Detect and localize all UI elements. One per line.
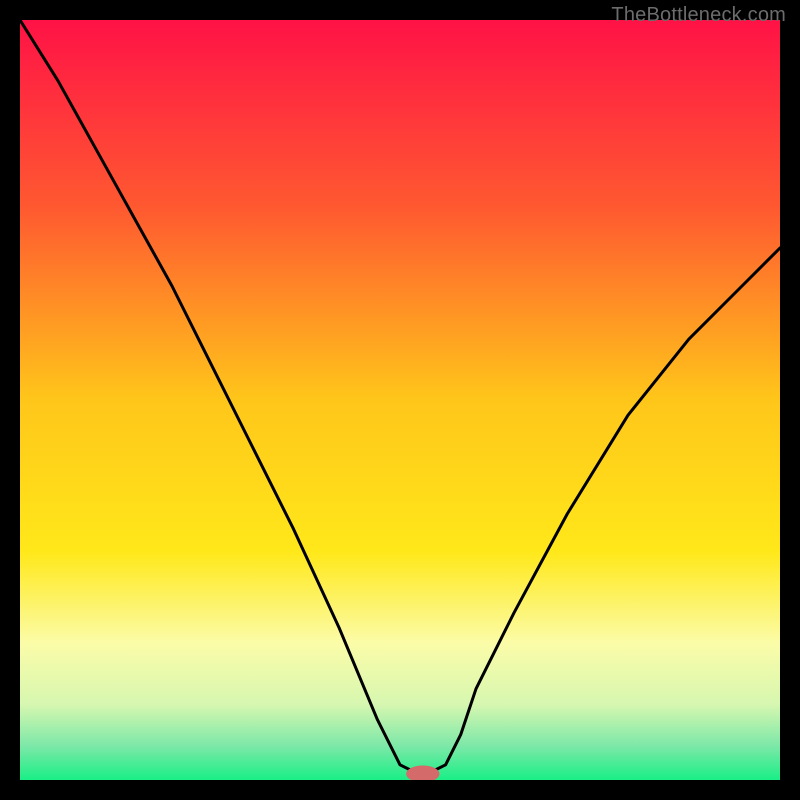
bottleneck-plot <box>20 20 780 780</box>
chart-frame: TheBottleneck.com <box>0 0 800 800</box>
watermark-text: TheBottleneck.com <box>611 4 786 27</box>
plot-background <box>20 20 780 780</box>
